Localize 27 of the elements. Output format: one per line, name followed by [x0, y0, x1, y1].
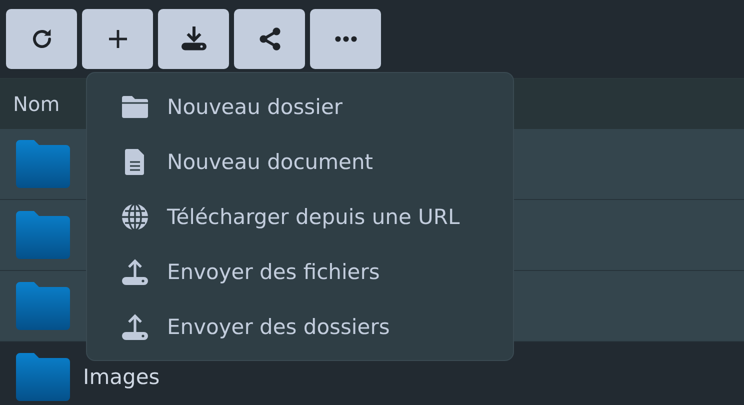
download-button[interactable]	[158, 9, 229, 69]
globe-icon	[120, 202, 150, 232]
share-icon	[256, 26, 282, 52]
menu-item[interactable]: Nouveau dossier	[87, 79, 513, 134]
folder-icon	[15, 210, 71, 260]
upload-icon	[120, 312, 150, 342]
menu-item[interactable]: Télécharger depuis une URL	[87, 189, 513, 244]
folder-icon	[15, 281, 71, 331]
folder-icon	[15, 352, 71, 402]
file-name: Images	[83, 365, 160, 389]
upload-icon	[120, 256, 150, 286]
menu-item-label: Nouveau dossier	[167, 94, 343, 118]
menu-item[interactable]: Nouveau document	[87, 134, 513, 189]
menu-item-label: Envoyer des dossiers	[167, 314, 390, 338]
menu-item[interactable]: Envoyer des fichiers	[87, 244, 513, 299]
share-button[interactable]	[234, 9, 305, 69]
more-button[interactable]	[310, 9, 381, 69]
column-header[interactable]: Nom	[13, 92, 60, 116]
refresh-button[interactable]	[6, 9, 77, 69]
menu-item[interactable]: Envoyer des dossiers	[87, 299, 513, 354]
menu-item-label: Télécharger depuis une URL	[167, 204, 460, 228]
menu-item-label: Nouveau document	[167, 150, 374, 174]
more-icon	[332, 35, 358, 43]
menu-item-label: Envoyer des fichiers	[167, 260, 380, 284]
folder-icon	[120, 94, 150, 120]
add-button[interactable]	[82, 9, 153, 69]
folder-icon	[15, 139, 71, 189]
